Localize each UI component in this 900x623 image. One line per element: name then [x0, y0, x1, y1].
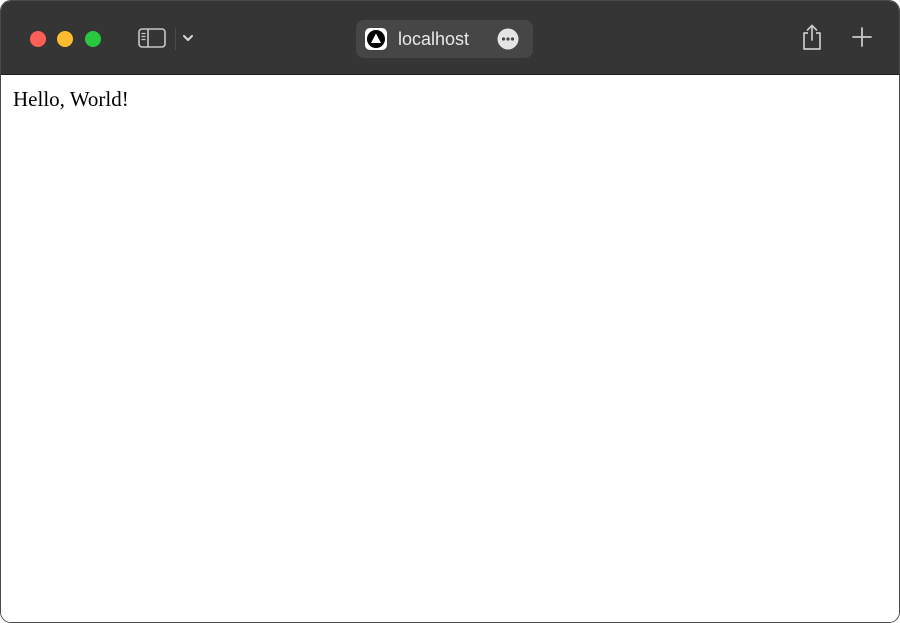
plus-icon	[852, 27, 872, 47]
site-favicon	[365, 28, 387, 50]
close-window-button[interactable]	[30, 31, 46, 47]
share-button[interactable]	[799, 23, 825, 51]
page-menu-button[interactable]	[497, 28, 519, 50]
zoom-window-button[interactable]	[85, 31, 101, 47]
browser-window: localhost Hello, World!	[0, 0, 900, 623]
page-text: Hello, World!	[13, 87, 129, 111]
address-text: localhost	[398, 29, 470, 49]
sidebar-icon	[138, 28, 166, 48]
toolbar-separator	[175, 28, 176, 50]
page-content: Hello, World!	[1, 75, 899, 622]
share-icon	[803, 24, 821, 50]
more-icon	[497, 28, 519, 50]
address-bar[interactable]: localhost	[356, 20, 533, 58]
toolbar: localhost	[1, 1, 899, 75]
new-tab-button[interactable]	[850, 25, 874, 49]
minimize-window-button[interactable]	[57, 31, 73, 47]
triangle-logo-icon	[367, 30, 385, 48]
chevron-down-icon	[183, 35, 193, 41]
sidebar-toggle-button[interactable]	[137, 26, 167, 50]
tab-group-menu-button[interactable]	[180, 30, 196, 46]
